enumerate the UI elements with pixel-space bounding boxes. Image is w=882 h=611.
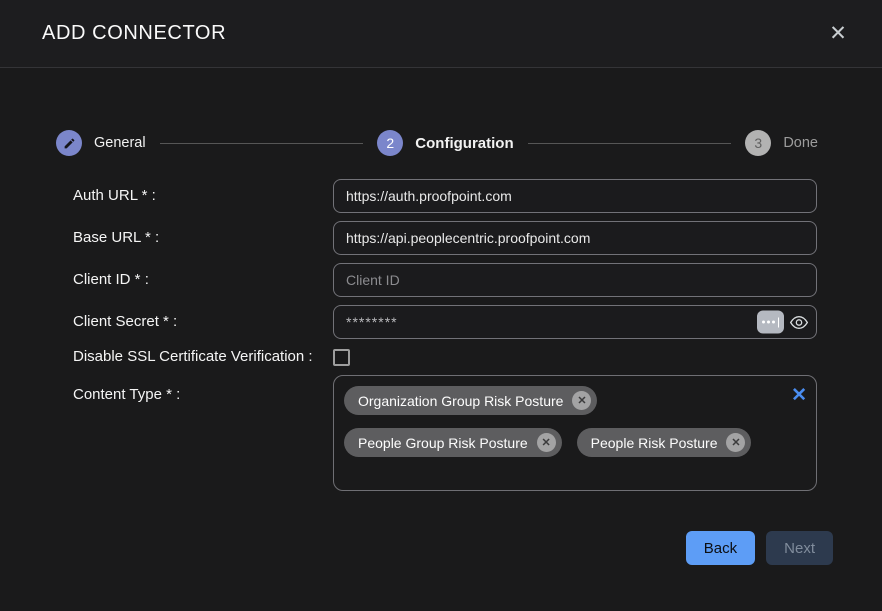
content-type-label: Content Type * : <box>73 375 333 405</box>
tag-row: Organization Group Risk Posture ✕ <box>344 386 780 415</box>
ssl-verification-label: Disable SSL Certificate Verification : <box>73 347 333 367</box>
pencil-icon <box>56 130 82 156</box>
tag-people-group-risk-posture: People Group Risk Posture ✕ <box>344 428 562 457</box>
client-id-input[interactable] <box>333 263 817 297</box>
client-secret-field <box>333 305 817 339</box>
dialog-title: ADD CONNECTOR <box>42 22 226 45</box>
auth-url-label: Auth URL * : <box>73 186 333 206</box>
step-done: 3 Done <box>745 130 818 156</box>
step-configuration-label: Configuration <box>415 135 513 152</box>
dialog-footer: Back Next <box>686 531 833 565</box>
client-id-row: Client ID * : <box>73 263 882 297</box>
base-url-label: Base URL * : <box>73 228 333 248</box>
base-url-input[interactable] <box>333 221 817 255</box>
back-button[interactable]: Back <box>686 531 755 565</box>
next-button[interactable]: Next <box>766 531 833 565</box>
tag-label: People Group Risk Posture <box>358 435 528 451</box>
stepper-connector-line <box>528 143 732 144</box>
clear-all-icon[interactable]: ✕ <box>791 386 807 405</box>
client-secret-input[interactable] <box>333 305 817 339</box>
auth-url-row: Auth URL * : <box>73 179 882 213</box>
tag-people-risk-posture: People Risk Posture ✕ <box>577 428 752 457</box>
step-general[interactable]: General <box>56 130 146 156</box>
ssl-verification-row: Disable SSL Certificate Verification : <box>73 347 882 367</box>
secret-field-icons <box>757 311 809 334</box>
client-secret-label: Client Secret * : <box>73 312 333 332</box>
stepper-connector-line <box>160 143 364 144</box>
tag-row: People Group Risk Posture ✕ People Risk … <box>344 428 780 457</box>
step-general-label: General <box>94 135 146 151</box>
auth-url-input[interactable] <box>333 179 817 213</box>
dialog-header: ADD CONNECTOR ✕ <box>0 0 882 68</box>
step-3-badge: 3 <box>745 130 771 156</box>
tag-label: Organization Group Risk Posture <box>358 393 563 409</box>
wizard-stepper: General 2 Configuration 3 Done <box>56 130 818 156</box>
content-type-multiselect[interactable]: Organization Group Risk Posture ✕ People… <box>333 375 817 491</box>
content-type-row: Content Type * : Organization Group Risk… <box>73 375 882 491</box>
step-2-badge: 2 <box>377 130 403 156</box>
eye-icon[interactable] <box>789 314 809 330</box>
tag-remove-icon[interactable]: ✕ <box>537 433 556 452</box>
base-url-row: Base URL * : <box>73 221 882 255</box>
add-connector-dialog: ADD CONNECTOR ✕ General 2 Configuration … <box>0 0 882 611</box>
step-configuration[interactable]: 2 Configuration <box>377 130 513 156</box>
step-done-label: Done <box>783 135 818 151</box>
close-icon[interactable]: ✕ <box>824 20 852 48</box>
tag-remove-icon[interactable]: ✕ <box>572 391 591 410</box>
client-id-label: Client ID * : <box>73 270 333 290</box>
password-reveal-icon[interactable] <box>757 311 784 334</box>
connector-form: Auth URL * : Base URL * : Client ID * : … <box>73 179 882 491</box>
tag-organization-group-risk-posture: Organization Group Risk Posture ✕ <box>344 386 597 415</box>
tag-remove-icon[interactable]: ✕ <box>726 433 745 452</box>
tag-label: People Risk Posture <box>591 435 718 451</box>
client-secret-row: Client Secret * : <box>73 305 882 339</box>
ssl-verification-checkbox[interactable] <box>333 349 350 366</box>
